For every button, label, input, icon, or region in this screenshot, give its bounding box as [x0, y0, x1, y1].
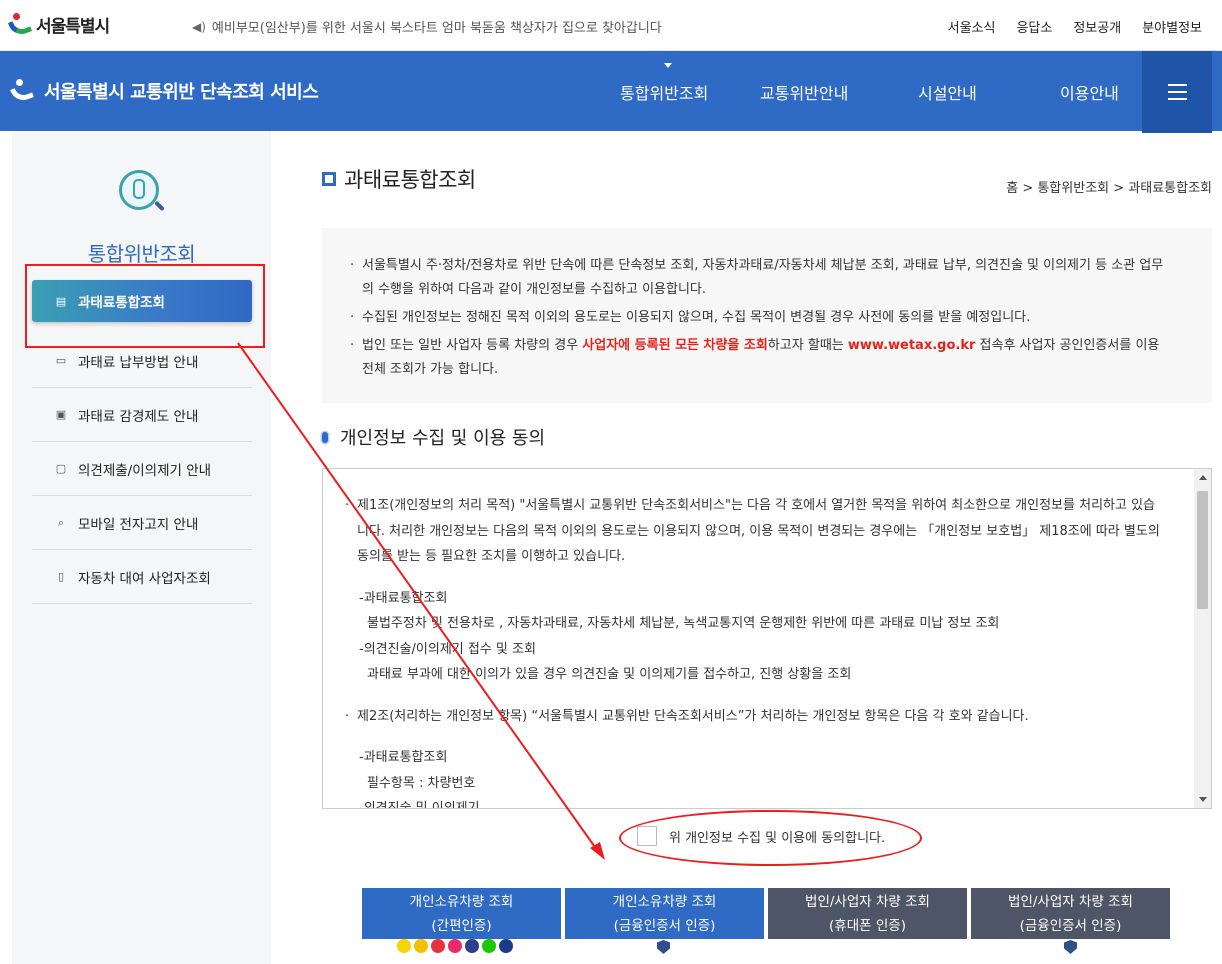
seoul-logo-icon: [7, 12, 33, 38]
scroll-up-icon[interactable]: [1199, 475, 1207, 480]
toss-icon: [431, 939, 445, 953]
wetax-link[interactable]: www.wetax.go.kr: [848, 338, 976, 353]
payco-icon: [465, 939, 479, 953]
terms-detail: 과태료 부과에 대한 이의가 있을 경우 의견진술 및 이의제기를 접수하고, …: [367, 667, 852, 682]
hamburger-icon: [1167, 84, 1187, 86]
shield-icon: [1064, 940, 1077, 954]
hamburger-menu-button[interactable]: [1142, 51, 1212, 133]
shinhan-icon: [499, 939, 513, 953]
agree-label[interactable]: 위 개인정보 수집 및 이용에 동의합니다.: [669, 827, 885, 846]
page-title-text: 과태료통합조회: [344, 168, 476, 192]
terms-subheading: -과태료통합조회: [359, 590, 448, 606]
sidebar-item-mobile-notice[interactable]: ⌕ 모바일 전자고지 안내: [32, 496, 252, 550]
seoul-white-logo-icon: [10, 79, 36, 104]
personal-simple-auth-button[interactable]: 개인소유차량 조회 (간편인증): [362, 888, 561, 939]
simple-auth-provider-icons: [397, 939, 513, 953]
util-link-news[interactable]: 서울소식: [948, 17, 996, 36]
nav-item-violation-guide[interactable]: 교통위반안내: [740, 80, 898, 104]
agree-checkbox[interactable]: [637, 826, 657, 846]
sidebar-item-label: 자동차 대여 사업자조회: [78, 570, 211, 587]
terms-article-2: 제2조(처리하는 개인정보 항목) “서울특별시 교통위반 단속조회서비스”가 …: [345, 704, 1165, 730]
breadcrumb: 홈 > 통합위반조회 > 과태료통합조회: [1006, 181, 1212, 196]
info-paragraph: 수집된 개인정보는 정해진 목적 이외의 용도로는 이용되지 않으며, 수집 목…: [350, 306, 1172, 330]
sidebar-item-rental-lookup[interactable]: ▯ 자동차 대여 사업자조회: [32, 550, 252, 604]
nav-item-integrated-lookup[interactable]: 통합위반조회: [600, 63, 740, 104]
terms-article-1: 제1조(개인정보의 처리 목적) "서울특별시 교통위반 단속조회서비스"는 다…: [345, 493, 1165, 570]
terms-subheading: -의견진술/이의제기 접수 및 조회: [359, 641, 536, 657]
shield-icon: [657, 940, 670, 954]
nav-item-facility-guide[interactable]: 시설안내: [898, 80, 1040, 104]
util-link-info-open[interactable]: 정보공개: [1073, 17, 1121, 36]
nav-item-label: 교통위반안내: [760, 84, 849, 103]
sidebar-item-fine-lookup[interactable]: ▤ 과태료통합조회: [32, 280, 252, 322]
sidebar-item-reduction-guide[interactable]: ▣ 과태료 감경제도 안내: [32, 388, 252, 442]
info-notice-box: 서울특별시 주·정차/전용차로 위반 단속에 따른 단속정보 조회, 자동차과태…: [322, 228, 1212, 403]
util-link-response[interactable]: 응답소: [1016, 17, 1052, 36]
util-link-field-info[interactable]: 분야별정보: [1142, 17, 1202, 36]
highlight-text: 사업자에 등록된 모든 차량을 조회: [582, 338, 768, 353]
clipboard-icon: ▣: [55, 408, 67, 421]
sidebar-item-label: 모바일 전자고지 안내: [78, 516, 199, 533]
scroll-down-icon[interactable]: [1199, 797, 1207, 802]
personal-cert-auth-button[interactable]: 개인소유차량 조회 (금융인증서 인증): [565, 888, 764, 939]
site-home-link[interactable]: 서울특별시 교통위반 단속조회 서비스: [10, 78, 319, 104]
terms-detail: 필수항목 : 차량번호: [367, 775, 476, 791]
sidebar-menu: ▤ 과태료통합조회 ▭ 과태료 납부방법 안내 ▣ 과태료 감경제도 안내 ▢ …: [32, 280, 252, 604]
info-paragraph: 서울특별시 주·정차/전용차로 위반 단속에 따른 단속정보 조회, 자동차과태…: [350, 254, 1172, 302]
speaker-icon: ◀): [192, 19, 206, 34]
terms-subheading: -과태료통합조회: [359, 750, 448, 765]
corporate-phone-auth-button[interactable]: 법인/사업자 차량 조회 (휴대폰 인증): [768, 888, 967, 939]
info-paragraph: 법인 또는 일반 사업자 등록 차량의 경우 사업자에 등록된 모든 차량을 조…: [350, 334, 1172, 382]
privacy-terms-scrollbox[interactable]: 제1조(개인정보의 처리 목적) "서울특별시 교통위반 단속조회서비스"는 다…: [322, 468, 1212, 809]
section-bullet-icon: [322, 431, 328, 443]
sidebar-item-label: 과태료 납부방법 안내: [78, 354, 199, 371]
corporate-cert-auth-button[interactable]: 법인/사업자 차량 조회 (금융인증서 인증): [971, 888, 1170, 939]
car-search-icon: [119, 170, 165, 216]
mobile-icon: ▯: [57, 570, 65, 583]
section-title: 개인정보 수집 및 이용 동의: [322, 424, 545, 450]
title-square-icon: [322, 172, 336, 186]
nav-item-label: 이용안내: [1060, 84, 1119, 103]
kb-icon: [414, 939, 428, 953]
nav-item-label: 통합위반조회: [620, 84, 709, 103]
seoul-logo-text: 서울특별시: [36, 17, 110, 37]
lookup-buttons: 개인소유차량 조회 (간편인증) 개인소유차량 조회 (금융인증서 인증) 법인/사…: [362, 888, 1170, 939]
pass-icon: [448, 939, 462, 953]
sidebar-item-label: 과태료통합조회: [78, 295, 165, 311]
nav-item-label: 시설안내: [918, 84, 977, 103]
notice-text: 예비부모(임산부)를 위한 서울시 북스타트 엄마 북돋움 책상자가 집으로 찾…: [211, 21, 662, 36]
page-title: 과태료통합조회: [322, 164, 476, 194]
nav-item-usage-guide[interactable]: 이용안내: [1040, 80, 1142, 104]
sidebar-item-objection-guide[interactable]: ▢ 의견제출/이의제기 안내: [32, 442, 252, 496]
sidebar-item-label: 과태료 감경제도 안내: [78, 408, 199, 425]
sidebar-title: 통합위반조회: [87, 242, 196, 266]
terms-detail: 불법주정차 및 전용차로 , 자동차과태료, 자동차세 체납분, 녹색교통지역 …: [367, 616, 1000, 631]
top-utility-bar: 서울특별시 ◀) 예비부모(임산부)를 위한 서울시 북스타트 엄마 북돋움 책…: [0, 0, 1222, 51]
section-title-text: 개인정보 수집 및 이용 동의: [340, 428, 546, 449]
utility-links: 서울소식 응답소 정보공개 분야별정보: [948, 17, 1202, 36]
agree-row: 위 개인정보 수집 및 이용에 동의합니다.: [637, 826, 885, 846]
naver-icon: [482, 939, 496, 953]
site-title: 서울특별시 교통위반 단속조회 서비스: [44, 82, 319, 103]
terms-subheading: -의견진술 및 이의제기: [359, 801, 480, 809]
seoul-logo[interactable]: 서울특별시: [7, 12, 110, 38]
nav-menu: 통합위반조회 교통위반안내 시설안내 이용안내: [600, 63, 1142, 104]
scroll-thumb[interactable]: [1197, 491, 1208, 609]
terms-scrollbar[interactable]: [1194, 469, 1211, 808]
document-icon: ▢: [55, 462, 67, 475]
search-icon: ⌕: [57, 515, 65, 529]
sidebar-item-payment-guide[interactable]: ▭ 과태료 납부방법 안내: [32, 334, 252, 388]
card-icon: ▭: [55, 354, 67, 367]
notice-ticker[interactable]: ◀) 예비부모(임산부)를 위한 서울시 북스타트 엄마 북돋움 책상자가 집으…: [192, 17, 662, 37]
coins-icon: ▤: [55, 294, 67, 308]
sidebar-item-label: 의견제출/이의제기 안내: [78, 462, 212, 479]
sidebar: 통합위반조회 ▤ 과태료통합조회 ▭ 과태료 납부방법 안내 ▣ 과태료 감경제…: [12, 131, 271, 964]
kakao-icon: [397, 939, 411, 953]
main-navbar: 서울특별시 교통위반 단속조회 서비스 통합위반조회 교통위반안내 시설안내 이…: [0, 51, 1222, 133]
caret-down-icon: [664, 63, 672, 68]
